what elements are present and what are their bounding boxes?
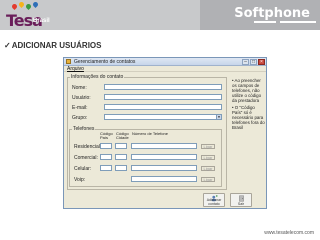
name-input[interactable] (104, 84, 222, 90)
voip-number-input[interactable] (131, 176, 197, 182)
header-divider (280, 21, 316, 23)
commercial-call-button[interactable]: Ligar (201, 155, 215, 160)
commercial-country-input[interactable] (100, 154, 112, 160)
section-heading: ✓ADICIONAR USUÁRIOS (4, 41, 101, 50)
header-divider (254, 21, 276, 23)
user-input[interactable] (104, 94, 222, 100)
brand-title: Softphone (234, 6, 310, 21)
phone-number-header: Número de Telefone (132, 131, 168, 136)
name-label: Nome: (72, 85, 87, 91)
user-label: Usuário: (72, 95, 91, 101)
commercial-label: Comercial: (74, 155, 98, 161)
menu-bar: Arquivo (64, 66, 266, 72)
chevron-down-icon[interactable]: ▼ (216, 115, 221, 119)
group-label: Grupo: (72, 115, 88, 121)
help-note-country: • O "Código País" só é necessário para t… (232, 105, 265, 130)
residential-number-input[interactable] (131, 143, 197, 149)
country-code-header: Código País (100, 131, 113, 140)
mobile-label: Celular: (74, 166, 92, 172)
email-input[interactable] (104, 104, 222, 110)
mobile-city-input[interactable] (115, 165, 127, 171)
app-icon (66, 59, 71, 64)
help-note-phone: • Ao preencher os campos de telefones, n… (232, 78, 262, 103)
residential-call-button[interactable]: Ligar (201, 144, 215, 149)
exit-door-icon (239, 195, 244, 202)
section-heading-text: ADICIONAR USUÁRIOS (11, 41, 102, 50)
checkmark-icon: ✓ (4, 41, 11, 50)
minimize-button[interactable]: – (242, 59, 249, 65)
exit-button[interactable]: Sair (230, 193, 252, 207)
window-title: Gerenciamento de contatos (74, 59, 136, 65)
phones-legend: Telefones (73, 126, 95, 132)
mobile-country-input[interactable] (100, 165, 112, 171)
menu-arquivo[interactable]: Arquivo (67, 66, 84, 72)
close-button[interactable]: × (258, 59, 265, 65)
contact-info-legend: Informações do contato (71, 74, 124, 80)
maximize-button[interactable]: □ (250, 59, 257, 65)
residential-country-input[interactable] (100, 143, 112, 149)
contacts-window: Gerenciamento de contatos – □ × Arquivo … (63, 57, 267, 209)
city-code-header: Código Cidade (116, 131, 129, 140)
commercial-city-input[interactable] (115, 154, 127, 160)
logo-subtitle: Brasil (33, 18, 50, 24)
mobile-call-button[interactable]: Ligar (201, 166, 215, 171)
footer-url[interactable]: www.tesatelecom.com (264, 230, 314, 236)
commercial-number-input[interactable] (131, 154, 197, 160)
voip-label: Voip: (74, 177, 86, 183)
residential-city-input[interactable] (115, 143, 127, 149)
residential-label: Residencial: (74, 144, 102, 150)
mobile-number-input[interactable] (131, 165, 197, 171)
add-contact-label: Adicionar contato (206, 198, 222, 206)
help-notes: • Ao preencher os campos de telefones, n… (232, 78, 266, 130)
exit-label: Sair (237, 202, 245, 206)
window-titlebar[interactable]: Gerenciamento de contatos – □ × (64, 58, 266, 66)
voip-call-button[interactable]: Ligar (201, 177, 215, 182)
group-select[interactable]: ▼ (104, 114, 222, 120)
email-label: E-mail: (72, 105, 88, 111)
add-contact-button[interactable]: Adicionar contato (203, 193, 225, 207)
